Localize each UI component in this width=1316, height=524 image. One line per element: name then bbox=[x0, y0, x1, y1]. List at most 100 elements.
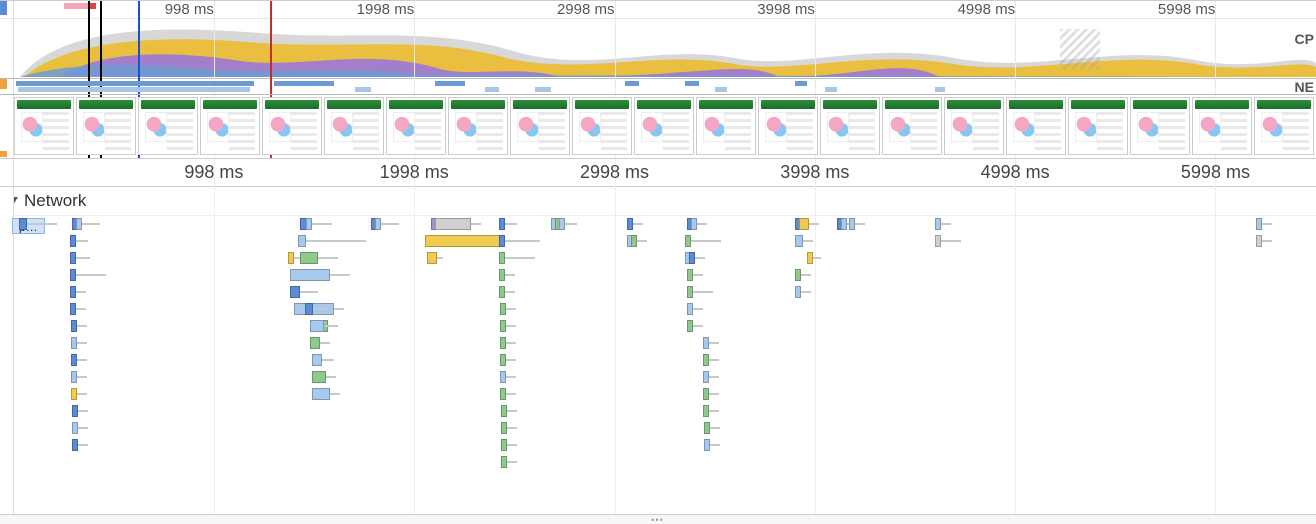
network-request-bar[interactable] bbox=[1256, 235, 1272, 249]
screenshot-frame[interactable] bbox=[448, 97, 508, 155]
network-request-bar[interactable] bbox=[19, 218, 57, 232]
network-request-bar[interactable] bbox=[500, 354, 516, 368]
network-request-bar[interactable] bbox=[687, 320, 703, 334]
network-request-bar[interactable] bbox=[559, 218, 577, 232]
network-request-bar[interactable] bbox=[691, 218, 707, 232]
screenshot-frame[interactable] bbox=[1068, 97, 1128, 155]
network-request-bar[interactable] bbox=[685, 235, 721, 249]
screenshot-frame[interactable] bbox=[944, 97, 1004, 155]
screenshot-frame[interactable] bbox=[1006, 97, 1066, 155]
network-request-bar[interactable] bbox=[290, 269, 350, 283]
network-request-bar[interactable] bbox=[500, 371, 516, 385]
network-request-bar[interactable] bbox=[499, 218, 517, 232]
screenshot-frame[interactable] bbox=[324, 97, 384, 155]
network-request-bar[interactable] bbox=[298, 235, 366, 249]
screenshot-frame[interactable] bbox=[820, 97, 880, 155]
network-request-bar[interactable] bbox=[76, 218, 100, 232]
network-request-bar[interactable] bbox=[627, 218, 643, 232]
network-request-bar[interactable] bbox=[499, 286, 515, 300]
network-request-bar[interactable] bbox=[499, 269, 515, 283]
screenshot-frame[interactable] bbox=[386, 97, 446, 155]
network-request-bar[interactable] bbox=[310, 320, 334, 334]
network-request-bar[interactable] bbox=[703, 405, 719, 419]
panel-splitter[interactable]: ⋯ bbox=[0, 514, 1316, 524]
network-request-bar[interactable] bbox=[500, 337, 516, 351]
network-request-bar[interactable] bbox=[501, 439, 517, 453]
network-request-bar[interactable] bbox=[687, 269, 703, 283]
network-request-bar[interactable] bbox=[70, 235, 88, 249]
screenshot-frame[interactable] bbox=[1254, 97, 1314, 155]
network-request-bar[interactable] bbox=[795, 269, 811, 283]
network-request-bar[interactable] bbox=[687, 286, 713, 300]
network-request-bar[interactable] bbox=[71, 354, 87, 368]
screenshot-frame[interactable] bbox=[882, 97, 942, 155]
network-request-bar[interactable] bbox=[501, 405, 517, 419]
screenshot-frame[interactable] bbox=[1192, 97, 1252, 155]
network-request-bar[interactable] bbox=[631, 235, 647, 249]
network-request-bar[interactable] bbox=[310, 337, 330, 351]
network-request-bar[interactable] bbox=[305, 303, 327, 317]
screenshot-frame[interactable] bbox=[262, 97, 322, 155]
network-request-bar[interactable] bbox=[500, 303, 516, 317]
network-request-bar[interactable] bbox=[312, 371, 336, 385]
network-request-bar[interactable] bbox=[499, 235, 540, 249]
network-request-bar[interactable] bbox=[71, 320, 87, 334]
network-request-bar[interactable] bbox=[70, 303, 86, 317]
screenshot-frame[interactable] bbox=[138, 97, 198, 155]
network-request-bar[interactable] bbox=[300, 252, 338, 266]
screenshot-frame[interactable] bbox=[1130, 97, 1190, 155]
network-request-bar[interactable] bbox=[849, 218, 865, 232]
network-request-bar[interactable] bbox=[703, 337, 719, 351]
network-request-bar[interactable] bbox=[704, 422, 720, 436]
network-request-bar[interactable] bbox=[935, 218, 951, 232]
network-request-bar[interactable] bbox=[703, 371, 719, 385]
network-request-bar[interactable] bbox=[71, 337, 87, 351]
network-request-bar[interactable] bbox=[70, 269, 106, 283]
screenshot-frame[interactable] bbox=[634, 97, 694, 155]
screenshot-frame[interactable] bbox=[696, 97, 756, 155]
network-request-bar[interactable] bbox=[435, 218, 481, 232]
network-request-bar[interactable] bbox=[795, 235, 813, 249]
network-overview[interactable]: NE bbox=[0, 79, 1316, 95]
screenshot-frame[interactable] bbox=[510, 97, 570, 155]
screenshot-frame[interactable] bbox=[14, 97, 74, 155]
network-request-bar[interactable] bbox=[375, 218, 399, 232]
network-request-bar[interactable] bbox=[71, 388, 87, 402]
network-section-header[interactable]: Network bbox=[0, 187, 1316, 216]
network-request-bar[interactable] bbox=[72, 439, 88, 453]
network-request-bar[interactable] bbox=[689, 252, 705, 266]
screenshot-frame[interactable] bbox=[572, 97, 632, 155]
network-waterfall[interactable]: p… bbox=[0, 216, 1316, 506]
network-request-bar[interactable] bbox=[290, 286, 318, 300]
network-request-bar[interactable] bbox=[70, 286, 86, 300]
network-request-bar[interactable] bbox=[501, 456, 517, 470]
network-request-bar[interactable] bbox=[1256, 218, 1272, 232]
network-request-bar[interactable] bbox=[70, 252, 90, 266]
network-request-bar[interactable] bbox=[500, 320, 516, 334]
network-request-bar[interactable] bbox=[72, 405, 88, 419]
network-request-bar[interactable] bbox=[807, 252, 821, 266]
screenshot-frame[interactable] bbox=[758, 97, 818, 155]
network-request-bar[interactable] bbox=[306, 218, 332, 232]
overview-timeline[interactable]: 998 ms1998 ms2998 ms3998 ms4998 ms5998 m… bbox=[0, 1, 1316, 79]
network-request-bar[interactable] bbox=[312, 388, 340, 402]
network-request-bar[interactable] bbox=[799, 218, 819, 232]
network-request-bar[interactable] bbox=[312, 354, 334, 368]
screenshot-frame[interactable] bbox=[76, 97, 136, 155]
network-request-bar[interactable] bbox=[704, 439, 720, 453]
network-request-bar[interactable] bbox=[703, 388, 719, 402]
network-request-bar[interactable] bbox=[935, 235, 961, 249]
network-request-bar[interactable] bbox=[499, 252, 535, 266]
network-request-bar[interactable] bbox=[501, 422, 517, 436]
main-ruler[interactable]: 998 ms1998 ms2998 ms3998 ms4998 ms5998 m… bbox=[0, 159, 1316, 187]
network-request-bar[interactable] bbox=[500, 388, 516, 402]
network-request-bar[interactable] bbox=[687, 303, 703, 317]
screenshot-filmstrip[interactable] bbox=[0, 95, 1316, 159]
network-request-bar[interactable] bbox=[72, 422, 88, 436]
network-request-bar[interactable] bbox=[703, 354, 719, 368]
network-request-bar[interactable] bbox=[795, 286, 811, 300]
screenshot-frame[interactable] bbox=[200, 97, 260, 155]
network-request-bar[interactable] bbox=[71, 371, 87, 385]
overview-ruler[interactable]: 998 ms1998 ms2998 ms3998 ms4998 ms5998 m… bbox=[0, 1, 1316, 19]
network-request-bar[interactable] bbox=[427, 252, 443, 266]
